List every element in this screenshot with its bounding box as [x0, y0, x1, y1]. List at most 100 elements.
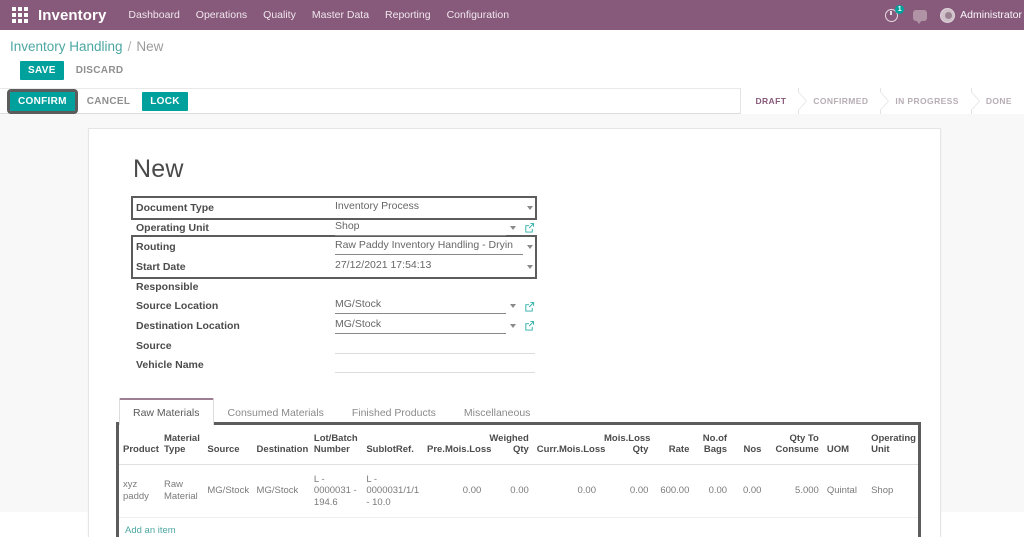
cell-lot-batch-number[interactable]: L - 0000031 - 194.6 [310, 464, 362, 518]
control-panel: Inventory Handling / New SAVE DISCARD [0, 30, 1024, 88]
external-link-icon[interactable] [524, 222, 535, 233]
chevron-down-icon[interactable] [510, 324, 516, 328]
cell-product[interactable]: xyz paddy [119, 464, 160, 518]
tab-finished-products[interactable]: Finished Products [338, 399, 450, 425]
add-an-item-link[interactable]: Add an item [125, 525, 176, 536]
col-sublot-ref[interactable]: SublotRef. [362, 425, 423, 464]
field-label-start-date: Start Date [133, 261, 335, 273]
external-link-icon[interactable] [524, 320, 535, 331]
navbar-right-tools: 1 Administrator [885, 0, 1024, 30]
tab-consumed-materials[interactable]: Consumed Materials [214, 399, 338, 425]
menu-item-reporting[interactable]: Reporting [385, 9, 431, 21]
breadcrumb: Inventory Handling / New [10, 39, 1024, 54]
cell-uom[interactable]: Quintal [823, 464, 867, 518]
col-nos[interactable]: Nos [731, 425, 765, 464]
add-item-row: Add an item [119, 518, 918, 537]
breadcrumb-separator: / [128, 39, 132, 54]
chat-bubble-icon[interactable] [913, 10, 927, 21]
cell-operating-unit[interactable]: Shop [867, 464, 918, 518]
col-qty-to-consume[interactable]: Qty To Consume [765, 425, 822, 464]
start-date-input[interactable]: 27/12/2021 17:54:13 [335, 259, 523, 275]
responsible-input[interactable] [335, 279, 535, 295]
cell-sublot-ref[interactable]: L - 0000031/1/1 - 10.0 [362, 464, 423, 518]
col-lot-batch-number[interactable]: Lot/Batch Number [310, 425, 362, 464]
col-no-of-bags[interactable]: No.of Bags [693, 425, 731, 464]
cell-curr-mois-loss[interactable]: 0.00 [533, 464, 600, 518]
breadcrumb-root-link[interactable]: Inventory Handling [10, 39, 123, 54]
cell-material-type[interactable]: Raw Material [160, 464, 203, 518]
activity-count-badge: 1 [895, 5, 904, 14]
user-menu[interactable]: Administrator [940, 8, 1022, 23]
col-destination[interactable]: Destination [253, 425, 310, 464]
user-avatar-icon [940, 8, 955, 23]
col-material-type[interactable]: Material Type [160, 425, 203, 464]
raw-materials-table-container: Product Material Type Source Destination… [119, 425, 918, 537]
col-operating-unit[interactable]: Operating Unit [867, 425, 918, 464]
menu-item-quality[interactable]: Quality [263, 9, 296, 21]
app-brand-inventory[interactable]: Inventory [38, 7, 106, 24]
save-button[interactable]: SAVE [20, 61, 64, 80]
form-sheet: New Document Type Inventory Process Oper… [88, 128, 941, 537]
col-curr-mois-loss[interactable]: Curr.Mois.Loss [533, 425, 600, 464]
chevron-down-icon[interactable] [527, 206, 533, 210]
form-field-group: Document Type Inventory Process Operatin… [133, 198, 535, 375]
chevron-down-icon[interactable] [510, 304, 516, 308]
field-label-responsible: Responsible [133, 281, 335, 293]
cancel-button[interactable]: CANCEL [85, 92, 132, 111]
col-source[interactable]: Source [203, 425, 252, 464]
external-link-icon[interactable] [524, 301, 535, 312]
apps-grid-icon[interactable] [12, 7, 28, 23]
top-navbar: Inventory Dashboard Operations Quality M… [0, 0, 1024, 30]
operating-unit-input[interactable]: Shop [335, 220, 506, 236]
raw-materials-table: Product Material Type Source Destination… [119, 425, 918, 537]
source-location-input[interactable]: MG/Stock [335, 298, 506, 314]
chevron-down-icon[interactable] [527, 265, 533, 269]
menu-item-operations[interactable]: Operations [196, 9, 247, 21]
status-stage-confirmed[interactable]: CONFIRMED [798, 88, 880, 114]
status-stage-in-progress[interactable]: IN PROGRESS [880, 88, 970, 114]
cell-rate[interactable]: 600.00 [652, 464, 693, 518]
document-type-input[interactable]: Inventory Process [335, 200, 523, 216]
col-rate[interactable]: Rate [652, 425, 693, 464]
chevron-down-icon[interactable] [510, 226, 516, 230]
clock-activity-icon[interactable]: 1 [885, 8, 900, 23]
menu-item-master-data[interactable]: Master Data [312, 9, 369, 21]
lock-button[interactable]: LOCK [142, 92, 188, 111]
menu-item-configuration[interactable]: Configuration [447, 9, 509, 21]
col-pre-mois-loss[interactable]: Pre.Mois.Loss [423, 425, 485, 464]
destination-location-input[interactable]: MG/Stock [335, 318, 506, 334]
col-product[interactable]: Product [119, 425, 160, 464]
col-mois-loss-qty[interactable]: Mois.Loss Qty [600, 425, 652, 464]
routing-input[interactable]: Raw Paddy Inventory Handling - Dryin [335, 239, 523, 255]
field-label-source: Source [133, 340, 335, 352]
tab-raw-materials[interactable]: Raw Materials [119, 398, 214, 425]
confirm-button[interactable]: CONFIRM [10, 92, 75, 111]
cell-source[interactable]: MG/Stock [203, 464, 252, 518]
notebook: Raw Materials Consumed Materials Finishe… [119, 397, 918, 537]
cell-weighed-qty[interactable]: 0.00 [485, 464, 533, 518]
vehicle-name-input[interactable] [335, 357, 535, 373]
discard-button[interactable]: DISCARD [74, 61, 126, 80]
table-row[interactable]: xyz paddy Raw Material MG/Stock MG/Stock… [119, 464, 918, 518]
breadcrumb-current: New [136, 39, 163, 54]
col-weighed-qty[interactable]: Weighed Qty [485, 425, 533, 464]
tab-miscellaneous[interactable]: Miscellaneous [450, 399, 545, 425]
col-uom[interactable]: UOM [823, 425, 867, 464]
chevron-down-icon[interactable] [527, 245, 533, 249]
status-stage-draft[interactable]: DRAFT [740, 88, 798, 114]
cell-pre-mois-loss[interactable]: 0.00 [423, 464, 485, 518]
field-row-responsible: Responsible [133, 277, 535, 297]
cell-nos[interactable]: 0.00 [731, 464, 765, 518]
cell-mois-loss-qty[interactable]: 0.00 [600, 464, 652, 518]
cell-destination[interactable]: MG/Stock [253, 464, 310, 518]
field-label-document-type: Document Type [133, 202, 335, 214]
notebook-tabs: Raw Materials Consumed Materials Finishe… [119, 397, 918, 425]
field-label-operating-unit: Operating Unit [133, 222, 335, 234]
source-input[interactable] [335, 338, 535, 354]
field-row-operating-unit: Operating Unit Shop [133, 218, 535, 238]
field-row-start-date: Start Date 27/12/2021 17:54:13 [133, 257, 535, 277]
field-label-destination-location: Destination Location [133, 320, 335, 332]
cell-no-of-bags[interactable]: 0.00 [693, 464, 731, 518]
cell-qty-to-consume[interactable]: 5.000 [765, 464, 822, 518]
menu-item-dashboard[interactable]: Dashboard [128, 9, 179, 21]
